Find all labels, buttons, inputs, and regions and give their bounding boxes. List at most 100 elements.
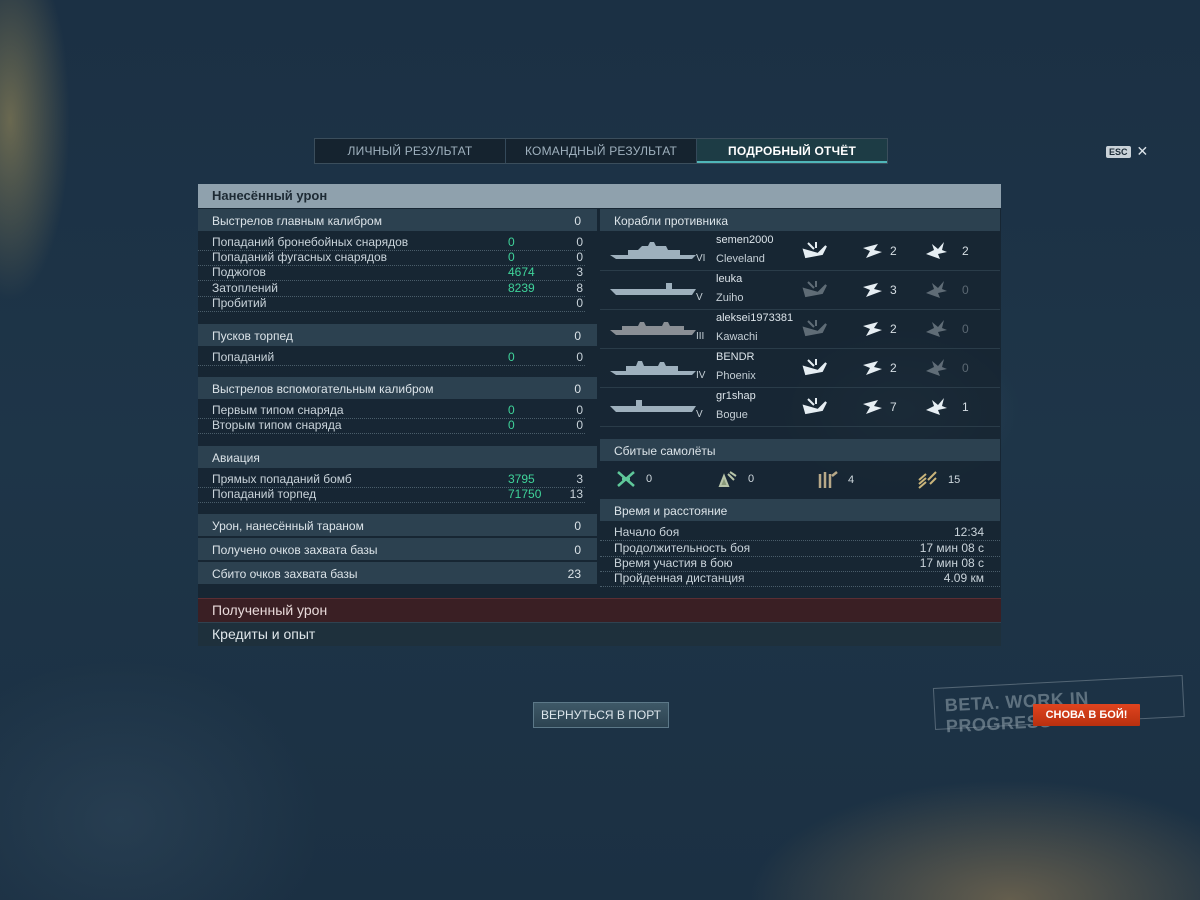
section-title: Нанесённый урон — [212, 188, 328, 203]
stat-damage: 8239 — [508, 281, 535, 295]
bar-label: Кредиты и опыт — [212, 626, 316, 642]
tab-personal-result[interactable]: ЛИЧНЫЙ РЕЗУЛЬТАТ — [315, 139, 506, 163]
plane-stat: 15 — [916, 470, 960, 490]
stat-label: Попаданий — [212, 350, 275, 364]
hit-count: 2 — [890, 361, 897, 375]
group-label: Авиация — [212, 451, 260, 465]
battle-again-button[interactable]: СНОВА В БОЙ! — [1033, 704, 1140, 726]
ship-name: Zuiho — [716, 292, 744, 304]
player-name: gr1shap — [716, 390, 756, 402]
group-value: 0 — [574, 543, 581, 557]
close-control[interactable]: ESC ✕ — [1106, 143, 1148, 160]
stat-value: 0 — [576, 235, 583, 249]
stat-label: Вторым типом снаряда — [212, 418, 342, 432]
player-name: aleksei1973381 — [716, 312, 794, 324]
stat-label: Пробитий — [212, 296, 267, 310]
enemy-ship-row[interactable]: V leuka Zuiho 3 0 — [600, 271, 1000, 310]
group-value: 0 — [574, 382, 581, 396]
stat-value: 0 — [576, 350, 583, 364]
ram-damage-row: Урон, нанесённый тараном 0 — [198, 514, 597, 536]
critical-count: 0 — [962, 322, 969, 336]
stat-label: Попаданий торпед — [212, 487, 317, 501]
battleship-silhouette-icon — [610, 322, 696, 335]
dealt-damage-header[interactable]: Нанесённый урон — [198, 184, 1001, 208]
time-row: Пройденная дистанция 4.09 км — [600, 570, 1000, 587]
esc-key-hint: ESC — [1106, 145, 1131, 158]
hit-icon — [863, 400, 882, 414]
enemy-ship-row[interactable]: V gr1shap Bogue 7 1 — [600, 388, 1000, 427]
plane-count: 0 — [748, 473, 755, 485]
enemy-ship-row[interactable]: IV BENDR Phoenix 2 0 — [600, 349, 1000, 388]
time-value: 12:34 — [953, 525, 984, 539]
group-label: Сбито очков захвата базы — [212, 567, 358, 581]
plane-count: 4 — [848, 474, 855, 486]
tab-detailed-report[interactable]: ПОДРОБНЫЙ ОТЧЁТ — [697, 139, 887, 163]
return-to-port-button[interactable]: ВЕРНУТЬСЯ В ПОРТ — [533, 702, 669, 728]
group-label: Выстрелов вспомогательным калибром — [212, 382, 434, 396]
stat-damage: 0 — [508, 235, 515, 249]
group-label: Время и расстояние — [614, 504, 728, 518]
critical-count: 0 — [962, 283, 969, 297]
stat-value: 0 — [576, 418, 583, 432]
stat-value: 0 — [576, 250, 583, 264]
group-value: 0 — [574, 519, 581, 533]
ship-name: Phoenix — [716, 370, 756, 382]
secondary-header: Выстрелов вспомогательным калибром 0 — [198, 377, 597, 399]
torpedoes-header: Пусков торпед 0 — [198, 324, 597, 346]
player-name: BENDR — [716, 351, 755, 363]
stat-row: Пробитий 0 — [198, 295, 585, 312]
plane-count: 15 — [948, 474, 961, 486]
hit-count: 3 — [890, 283, 897, 297]
plane-stat: 0 — [616, 470, 652, 488]
enemy-ship-row[interactable]: VI semen2000 Cleveland 2 2 — [600, 232, 1000, 271]
cruiser-silhouette-icon — [610, 242, 696, 259]
time-row: Начало боя 12:34 — [600, 524, 1000, 541]
critical-hit-icon — [926, 398, 947, 415]
hit-icon — [863, 283, 882, 297]
time-label: Продолжительность боя — [614, 541, 751, 555]
critical-count: 2 — [962, 244, 969, 258]
ship-name: Bogue — [716, 409, 748, 421]
stat-value: 13 — [569, 487, 583, 501]
plane-stat: 0 — [716, 470, 754, 488]
stat-row: Попаданий торпед 71750 13 — [198, 486, 585, 503]
stat-label: Попаданий фугасных снарядов — [212, 250, 388, 264]
tab-team-result[interactable]: КОМАНДНЫЙ РЕЗУЛЬТАТ — [506, 139, 697, 163]
hit-count: 2 — [890, 322, 897, 336]
plane-count: 0 — [646, 473, 653, 485]
main-caliber-header: Выстрелов главным калибром 0 — [198, 209, 597, 231]
critical-count: 1 — [962, 400, 969, 414]
bar-label: Полученный урон — [212, 602, 328, 618]
group-label: Получено очков захвата базы — [212, 543, 378, 557]
dive-bomber-icon — [818, 471, 838, 488]
group-label: Пусков торпед — [212, 329, 293, 343]
ship-tier: VI — [696, 253, 706, 264]
defended-points-row: Сбито очков захвата базы 23 — [198, 562, 597, 584]
time-value: 17 мин 08 с — [919, 541, 984, 555]
hit-icon — [863, 361, 882, 375]
hit-icon — [863, 322, 882, 336]
group-value: 23 — [567, 567, 581, 581]
enemy-ships-header: Корабли противника — [600, 209, 1000, 231]
time-label: Время участия в бою — [614, 556, 733, 570]
carrier-silhouette-icon — [610, 283, 696, 295]
ship-tier: V — [696, 409, 703, 420]
stat-label: Затоплений — [212, 281, 278, 295]
received-damage-bar[interactable]: Полученный урон — [198, 598, 1001, 622]
enemy-ship-row[interactable]: III aleksei1973381 Kawachi 2 0 — [600, 310, 1000, 349]
stat-label: Попаданий бронебойных снарядов — [212, 235, 409, 249]
stat-value: 3 — [576, 472, 583, 486]
stat-damage: 0 — [508, 250, 515, 264]
player-name: semen2000 — [716, 234, 774, 246]
group-label: Сбитые самолёты — [614, 444, 716, 458]
group-value: 0 — [574, 329, 581, 343]
stat-damage: 3795 — [508, 472, 535, 486]
planes-shot-header: Сбитые самолёты — [600, 439, 1000, 461]
ship-destroyed-icon — [802, 281, 827, 298]
critical-count: 0 — [962, 361, 969, 375]
close-icon[interactable]: ✕ — [1137, 143, 1149, 160]
credits-xp-bar[interactable]: Кредиты и опыт — [198, 622, 1001, 646]
time-label: Начало боя — [614, 525, 680, 539]
critical-hit-icon — [926, 281, 947, 298]
result-tabs: ЛИЧНЫЙ РЕЗУЛЬТАТ КОМАНДНЫЙ РЕЗУЛЬТАТ ПОД… — [314, 138, 888, 164]
